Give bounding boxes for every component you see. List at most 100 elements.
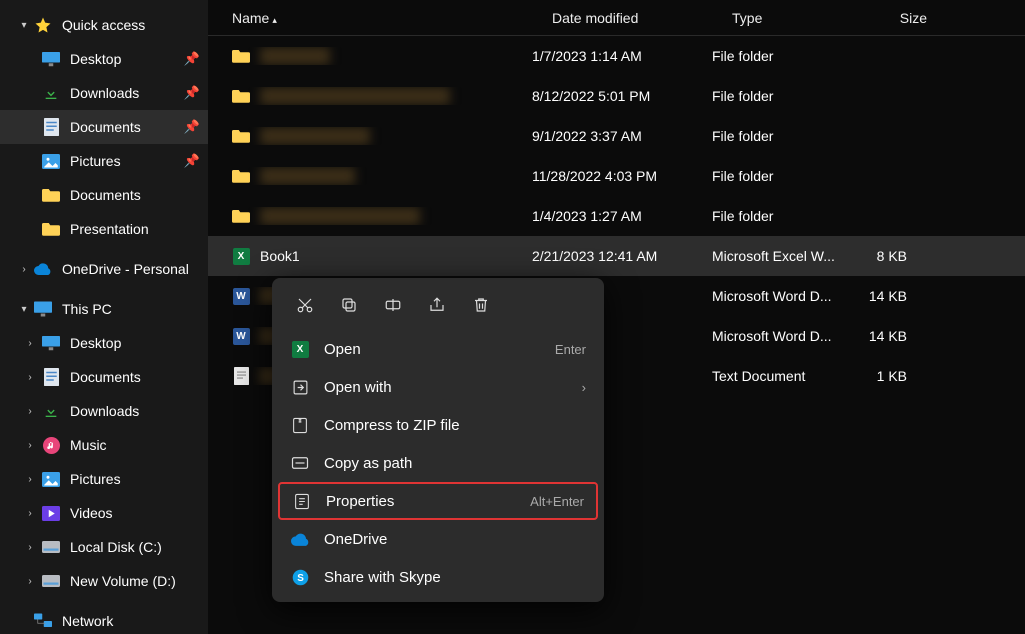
chevron-right-icon: › — [24, 406, 36, 417]
context-menu: XOpenEnterOpen with› Compress to ZIP file… — [272, 278, 604, 602]
openwith-icon — [290, 379, 310, 396]
sidebar-item-desktop[interactable]: Desktop📌 — [0, 42, 208, 76]
col-date[interactable]: Date modified — [542, 10, 722, 26]
folder-icon — [232, 47, 250, 65]
network-icon — [34, 612, 52, 630]
ctx-item-label: Compress to ZIP file — [324, 417, 586, 434]
props-icon — [292, 493, 312, 510]
sidebar-item-pictures[interactable]: ›Pictures — [0, 462, 208, 496]
sidebar-item-pictures[interactable]: Pictures📌 — [0, 144, 208, 178]
col-type[interactable]: Type — [722, 10, 877, 26]
desktop-icon — [42, 334, 60, 352]
pin-icon: 📌 — [184, 119, 200, 135]
file-type: File folder — [702, 88, 857, 104]
file-row[interactable]: 9/1/2022 3:37 AMFile folder — [208, 116, 1025, 156]
network-label: Network — [62, 613, 113, 629]
file-row[interactable]: 1/7/2023 1:14 AMFile folder — [208, 36, 1025, 76]
sidebar-item-label: Downloads — [70, 403, 139, 419]
pin-icon: 📌 — [184, 85, 200, 101]
chevron-right-icon: › — [24, 338, 36, 349]
sidebar-item-label: Presentation — [70, 221, 149, 237]
file-row[interactable]: 11/28/2022 4:03 PMFile folder — [208, 156, 1025, 196]
col-size[interactable]: Size — [877, 10, 957, 26]
file-type: Microsoft Excel W... — [702, 248, 857, 264]
ctx-item-label: Properties — [326, 493, 530, 510]
folder-icon — [232, 127, 250, 145]
monitor-icon — [34, 300, 52, 318]
ctx-open-with[interactable]: Open with› — [278, 368, 598, 406]
disk-icon — [42, 572, 60, 590]
file-type: Microsoft Word D... — [702, 288, 857, 304]
ctx-shortcut: Enter — [555, 342, 586, 357]
folder-icon — [42, 186, 60, 204]
videos-icon — [42, 504, 60, 522]
sidebar-item-label: Pictures — [70, 153, 121, 169]
rename-icon[interactable] — [374, 290, 412, 320]
sidebar-item-downloads[interactable]: Downloads 📌 — [0, 76, 208, 110]
file-date: 11/28/2022 4:03 PM — [522, 168, 702, 184]
folder-icon — [232, 87, 250, 105]
sort-asc-icon: ▴ — [272, 15, 277, 25]
ctx-compress-to-zip-file[interactable]: Compress to ZIP file — [278, 406, 598, 444]
sidebar-item-documents[interactable]: Documents 📌 — [0, 110, 208, 144]
folder-icon — [232, 167, 250, 185]
sidebar-quick-access[interactable]: ▾ Quick access — [0, 8, 208, 42]
ctx-share-with-skype[interactable]: SShare with Skype — [278, 558, 598, 596]
sidebar-item-downloads[interactable]: › Downloads — [0, 394, 208, 428]
chevron-down-icon: ▾ — [18, 304, 30, 315]
sidebar-item-music[interactable]: ›Music — [0, 428, 208, 462]
file-size: 1 KB — [857, 368, 937, 384]
chevron-right-icon: › — [18, 264, 30, 275]
sidebar-network[interactable]: › Network — [0, 604, 208, 634]
sidebar-item-desktop[interactable]: ›Desktop — [0, 326, 208, 360]
sidebar-item-presentation[interactable]: Presentation — [0, 212, 208, 246]
redacted-name — [260, 167, 355, 185]
pin-icon: 📌 — [184, 51, 200, 67]
ctx-shortcut: Alt+Enter — [530, 494, 584, 509]
delete-icon[interactable] — [462, 290, 500, 320]
excel-icon: X — [290, 341, 310, 358]
file-row[interactable]: 1/4/2023 1:27 AMFile folder — [208, 196, 1025, 236]
zip-icon — [290, 417, 310, 434]
text-icon — [232, 367, 250, 385]
file-type: File folder — [702, 208, 857, 224]
ctx-properties[interactable]: PropertiesAlt+Enter — [278, 482, 598, 520]
file-type: Microsoft Word D... — [702, 328, 857, 344]
sidebar-item-documents[interactable]: Documents — [0, 178, 208, 212]
copy-icon[interactable] — [330, 290, 368, 320]
cut-icon[interactable] — [286, 290, 324, 320]
skype-icon: S — [290, 569, 310, 586]
download-icon — [42, 402, 60, 420]
ctx-onedrive[interactable]: OneDrive — [278, 520, 598, 558]
sidebar-item-videos[interactable]: ›Videos — [0, 496, 208, 530]
file-type: File folder — [702, 48, 857, 64]
file-size: 14 KB — [857, 328, 937, 344]
sidebar-item-local-disk-c-[interactable]: › Local Disk (C:) — [0, 530, 208, 564]
chevron-right-icon: › — [24, 542, 36, 553]
file-name: Book1 — [260, 248, 300, 264]
sidebar-item-new-volume-d-[interactable]: ›New Volume (D:) — [0, 564, 208, 598]
ctx-copy-as-path[interactable]: Copy as path — [278, 444, 598, 482]
file-row[interactable]: 8/12/2022 5:01 PMFile folder — [208, 76, 1025, 116]
quick-access-label: Quick access — [62, 17, 145, 33]
file-size: 8 KB — [857, 248, 937, 264]
sidebar-item-documents[interactable]: ›Documents — [0, 360, 208, 394]
sidebar-item-label: Downloads — [70, 85, 139, 101]
onedrive-label: OneDrive - Personal — [62, 261, 189, 277]
excel-icon: X — [232, 247, 250, 265]
chevron-right-icon: › — [24, 440, 36, 451]
sidebar-item-label: Documents — [70, 119, 141, 135]
sidebar-this-pc[interactable]: ▾ This PC — [0, 292, 208, 326]
sidebar-onedrive[interactable]: › OneDrive - Personal — [0, 252, 208, 286]
this-pc-label: This PC — [62, 301, 112, 317]
doc-icon — [42, 118, 60, 136]
col-name[interactable]: Name▴ — [222, 10, 542, 26]
share-icon[interactable] — [418, 290, 456, 320]
ctx-open[interactable]: XOpenEnter — [278, 330, 598, 368]
file-date: 1/4/2023 1:27 AM — [522, 208, 702, 224]
redacted-name — [260, 87, 450, 105]
folder-icon — [42, 220, 60, 238]
file-row[interactable]: XBook12/21/2023 12:41 AMMicrosoft Excel … — [208, 236, 1025, 276]
sidebar-item-label: Local Disk (C:) — [70, 539, 162, 555]
onedrive-icon — [290, 533, 310, 546]
